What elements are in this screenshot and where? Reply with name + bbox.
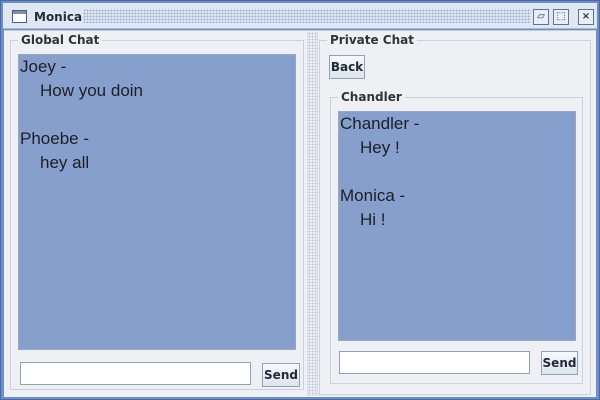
restore-button[interactable]: ▱	[533, 9, 549, 25]
message-text: hey all	[40, 153, 90, 172]
private-chat-panel: Private Chat Back Chandler Chandler - He…	[319, 33, 591, 395]
message-sender: Monica -	[340, 186, 406, 205]
message-sender: Joey -	[20, 57, 67, 76]
chat-window: Monica ▱ ⬚ × Global Chat Joey - How you …	[0, 0, 600, 400]
chat-message: Joey - How you doin	[19, 55, 295, 103]
chat-message: Monica - Hi !	[339, 184, 575, 232]
maximize-icon: ⬚	[556, 11, 566, 22]
back-button[interactable]: Back	[329, 55, 365, 79]
message-sender: Chandler -	[340, 114, 420, 133]
message-sender: Phoebe -	[20, 129, 89, 148]
private-message-input[interactable]	[339, 351, 530, 374]
global-send-button[interactable]: Send	[262, 363, 300, 387]
conversation-panel: Chandler Chandler - Hey ! Monica - Hi ! …	[330, 90, 583, 384]
window-title: Monica	[34, 10, 83, 24]
chat-message: Phoebe - hey all	[19, 127, 295, 175]
global-chat-title: Global Chat	[18, 33, 103, 47]
chat-message: Chandler - Hey !	[339, 112, 575, 160]
close-button[interactable]: ×	[578, 9, 594, 25]
message-text: How you doin	[40, 81, 144, 100]
private-send-button[interactable]: Send	[541, 351, 578, 375]
message-text: Hi !	[360, 210, 386, 229]
restore-icon: ▱	[537, 11, 545, 22]
split-pane-divider[interactable]	[307, 32, 318, 396]
message-text: Hey !	[360, 138, 400, 157]
maximize-button[interactable]: ⬚	[553, 9, 569, 25]
global-chat-messages[interactable]: Joey - How you doin Phoebe - hey all	[18, 54, 296, 350]
global-message-input[interactable]	[20, 362, 251, 385]
conversation-title: Chandler	[338, 90, 405, 104]
private-chat-title: Private Chat	[327, 33, 417, 47]
close-icon: ×	[581, 11, 591, 22]
title-bar-grip[interactable]	[83, 9, 531, 23]
global-chat-panel: Global Chat Joey - How you doin Phoebe -…	[10, 33, 304, 390]
window-content: Global Chat Joey - How you doin Phoebe -…	[4, 30, 596, 397]
title-bar[interactable]: Monica ▱ ⬚ ×	[3, 3, 597, 29]
window-icon	[12, 10, 27, 23]
private-chat-messages[interactable]: Chandler - Hey ! Monica - Hi !	[338, 111, 576, 341]
